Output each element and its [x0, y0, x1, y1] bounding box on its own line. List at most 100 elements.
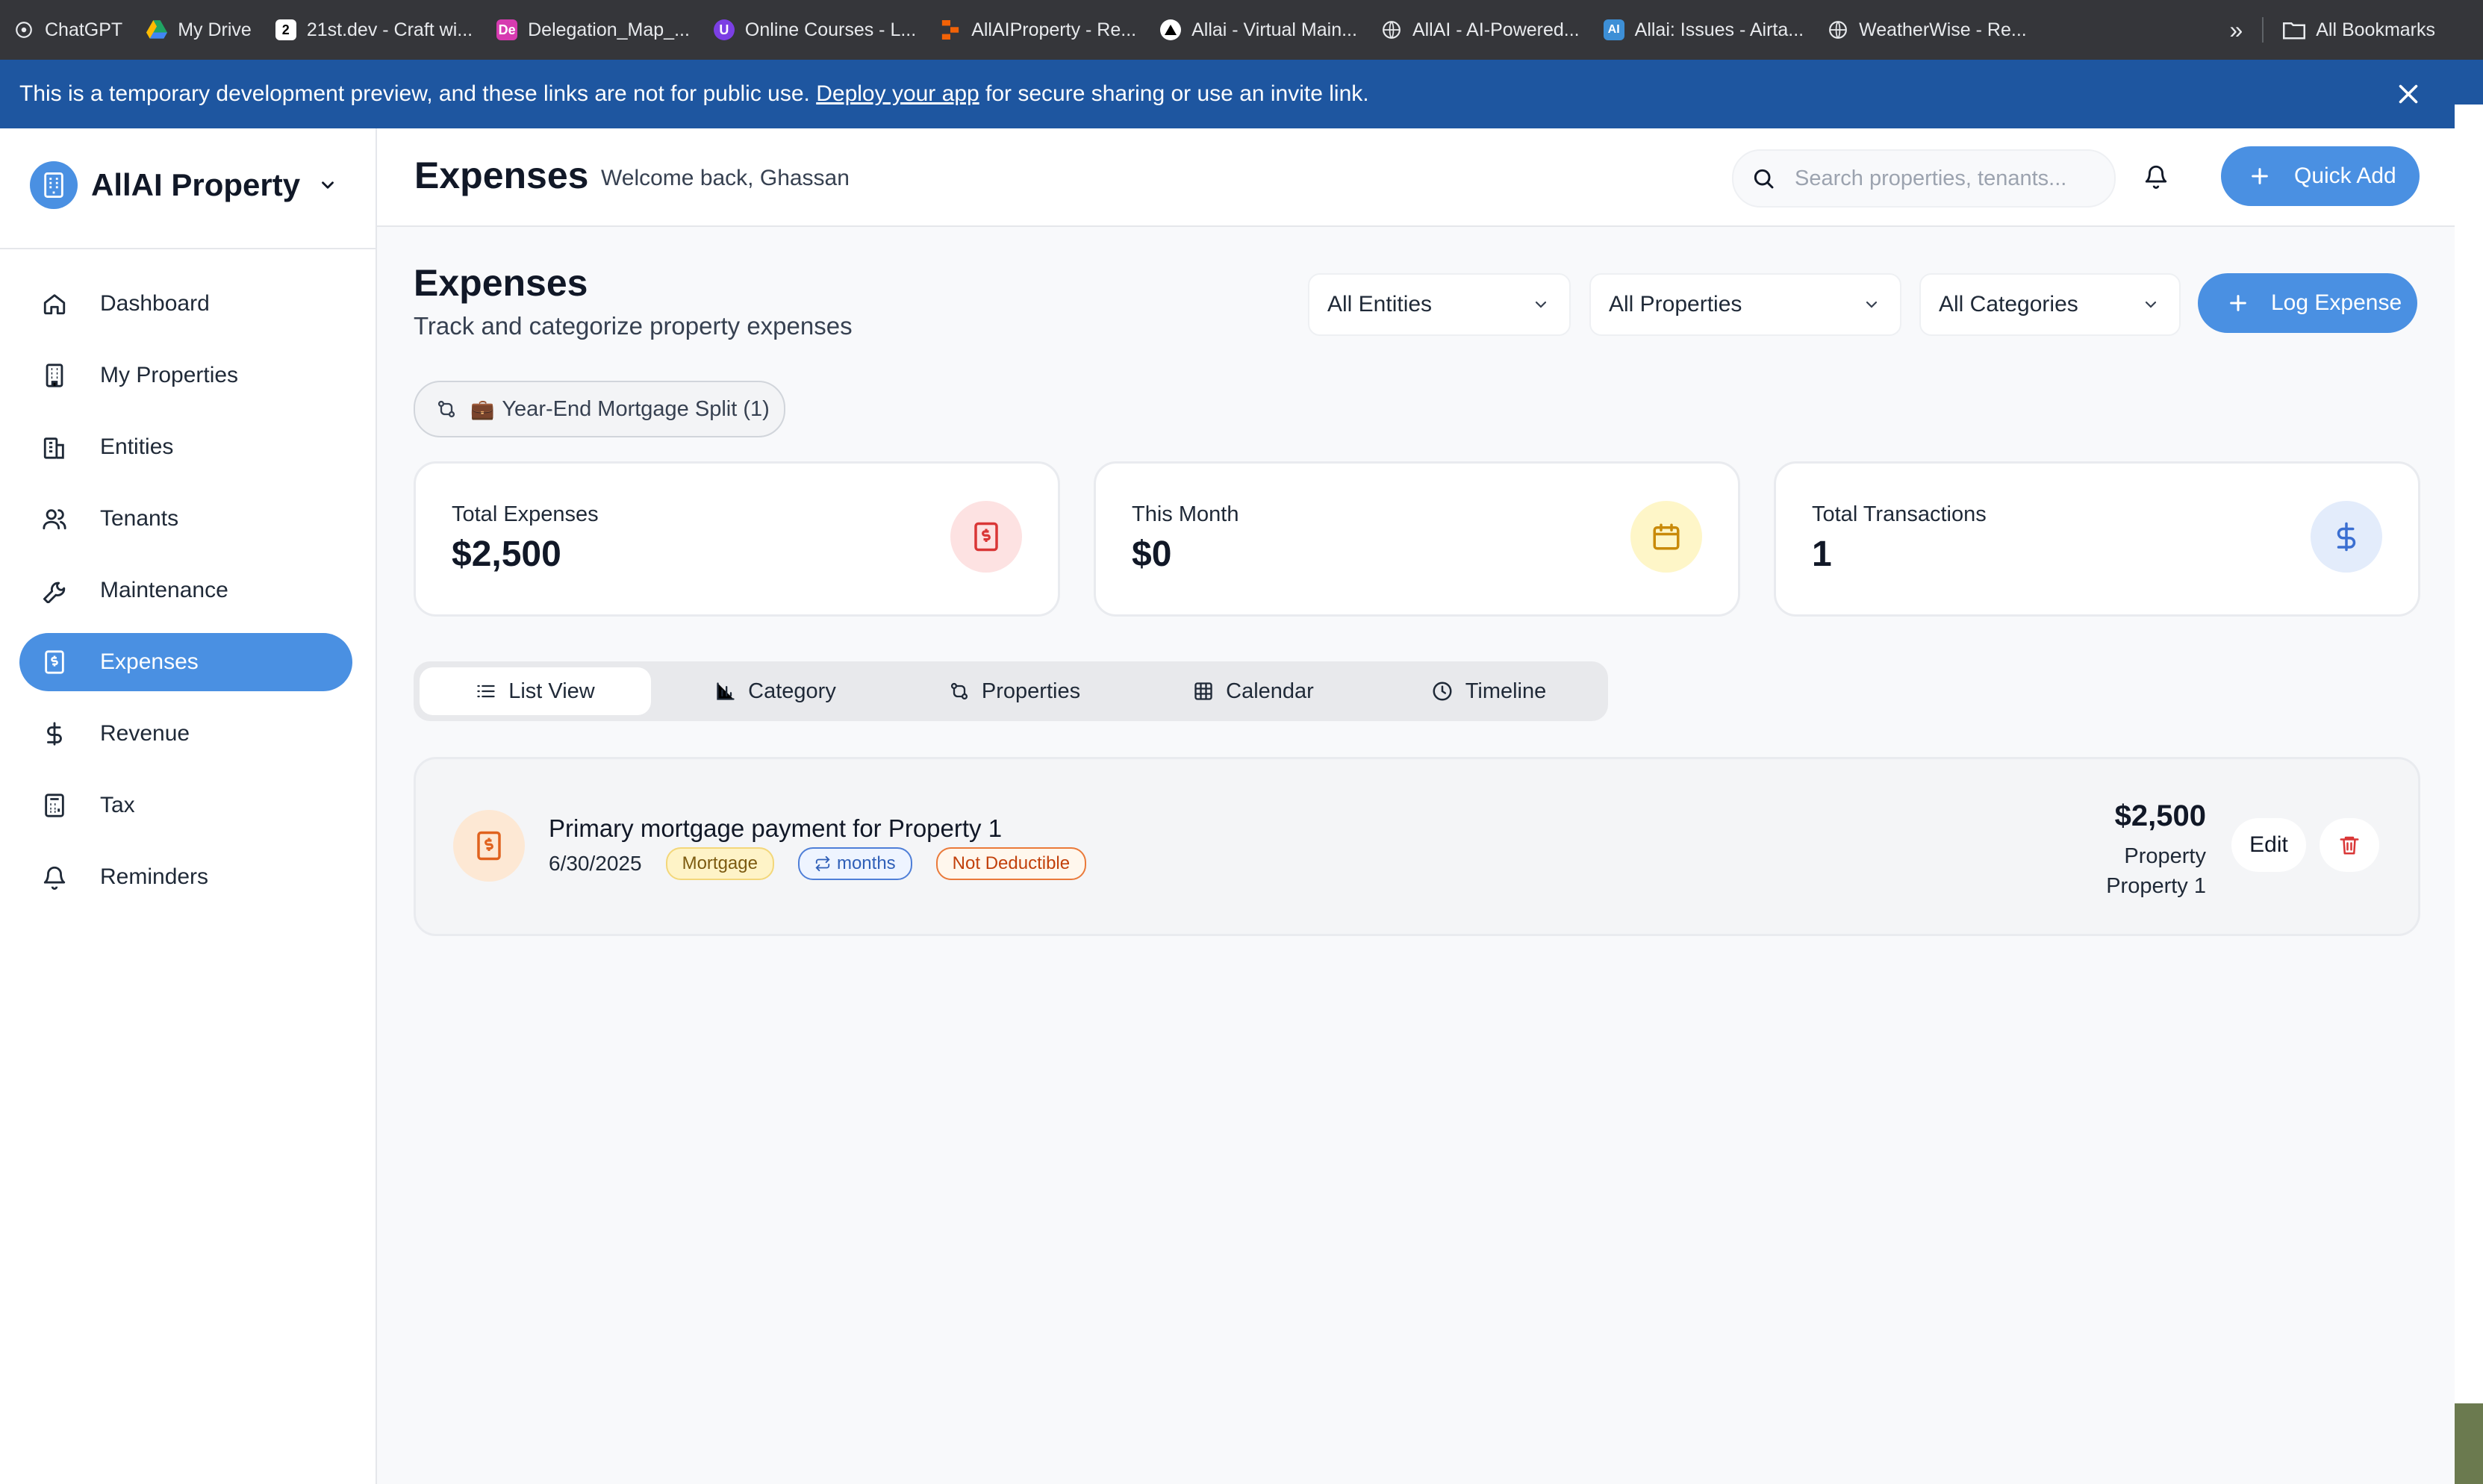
brand-switcher[interactable]: AllAI Property: [30, 161, 337, 209]
globe-icon: [1828, 19, 1848, 40]
sidebar-item-revenue[interactable]: Revenue: [19, 705, 352, 763]
expense-amount: $2,500: [2114, 799, 2206, 832]
log-expense-button[interactable]: Log Expense: [2198, 273, 2417, 333]
dollar-icon: [47, 722, 62, 746]
sidebar-item-tenants[interactable]: Tenants: [19, 490, 352, 548]
sidebar-nav: Dashboard My Properties Entities Tenants…: [19, 275, 352, 920]
stat-label: This Month: [1132, 502, 1239, 526]
sidebar-item-label: Tax: [100, 793, 135, 817]
bookmark-chatgpt[interactable]: ChatGPT: [13, 19, 122, 41]
search-icon: [1754, 169, 1774, 189]
folder-icon: [2283, 22, 2306, 40]
bookmark-allai-powered[interactable]: AllAI - AI-Powered...: [1381, 19, 1580, 41]
sidebar-item-label: Expenses: [100, 649, 199, 674]
receipt-icon: [950, 501, 1022, 573]
bookmark-label: AllAIProperty - Re...: [971, 19, 1137, 40]
stat-label: Total Transactions: [1812, 502, 1987, 526]
recurrence-label: months: [836, 853, 896, 873]
deploy-app-link[interactable]: Deploy your app: [816, 81, 979, 106]
bookmark-allaiproperty[interactable]: AllAIProperty - Re...: [940, 19, 1136, 41]
tab-category[interactable]: Category: [660, 667, 891, 715]
sidebar-item-tax[interactable]: Tax: [19, 776, 352, 835]
expense-list-item[interactable]: Primary mortgage payment for Property 1 …: [414, 757, 2420, 936]
entities-filter-value: All Entities: [1327, 292, 1433, 317]
receipt-icon: [453, 810, 525, 882]
bookmark-online-courses[interactable]: U Online Courses - L...: [713, 19, 916, 41]
bookmark-label: Allai - Virtual Main...: [1191, 19, 1357, 40]
triangle-icon: [1160, 19, 1182, 40]
edit-expense-button[interactable]: Edit: [2231, 818, 2306, 872]
calendar-icon: [1630, 501, 1702, 573]
bookmark-label: Delegation_Map_...: [528, 19, 690, 40]
bookmark-delegation-map[interactable]: De Delegation_Map_...: [496, 19, 690, 41]
grid-icon: [1194, 682, 1212, 700]
dollar-icon: [2311, 501, 2382, 573]
tab-label: Category: [748, 679, 836, 703]
sidebar-item-label: Maintenance: [100, 578, 228, 602]
sidebar-item-maintenance[interactable]: Maintenance: [19, 561, 352, 620]
plus-icon: [2230, 295, 2246, 311]
building-icon: [46, 364, 63, 387]
sidebar-item-label: Reminders: [100, 864, 209, 889]
entities-icon: [43, 437, 64, 459]
sidebar-item-reminders[interactable]: Reminders: [19, 848, 352, 906]
entities-filter-select[interactable]: All Entities: [1308, 273, 1571, 336]
close-icon[interactable]: [2395, 81, 2422, 107]
bookmarks-overflow-button[interactable]: »: [2229, 16, 2243, 44]
sidebar-item-dashboard[interactable]: Dashboard: [19, 275, 352, 333]
stat-value: $0: [1132, 534, 1172, 574]
bar-chart-icon: [717, 682, 735, 700]
banner-text-after: for secure sharing or use an invite link…: [979, 81, 1369, 106]
deductible-badge: Not Deductible: [935, 847, 1087, 880]
delete-expense-button[interactable]: [2320, 818, 2379, 872]
banner-text: This is a temporary development preview,…: [19, 81, 1369, 107]
tab-properties[interactable]: Properties: [899, 667, 1130, 715]
properties-filter-select[interactable]: All Properties: [1589, 273, 1901, 336]
header-title: Expenses: [414, 155, 589, 196]
sidebar-item-my-properties[interactable]: My Properties: [19, 346, 352, 405]
bookmark-21st-dev[interactable]: 2 21st.dev - Craft wi...: [275, 19, 473, 41]
stat-card-total-transactions: Total Transactions 1: [1774, 461, 2420, 617]
globe-icon: [1381, 19, 1402, 40]
tab-label: Calendar: [1226, 679, 1314, 703]
stat-value: $2,500: [452, 534, 561, 574]
bookmark-my-drive[interactable]: My Drive: [146, 19, 252, 41]
categories-filter-select[interactable]: All Categories: [1919, 273, 2181, 336]
all-bookmarks-button[interactable]: All Bookmarks: [2283, 19, 2435, 41]
bookmarks-bar: ChatGPT My Drive 2 21st.dev - Craft wi..…: [0, 0, 2455, 60]
adjacent-window-edge: [2455, 0, 2483, 1484]
quick-add-button[interactable]: Quick Add: [2221, 146, 2420, 206]
view-tabs: List View Category Properties Calendar T…: [414, 661, 1608, 721]
sidebar-item-expenses[interactable]: Expenses: [19, 633, 352, 691]
bookmark-weatherwise[interactable]: WeatherWise - Re...: [1828, 19, 2027, 41]
year-end-mortgage-split-chip[interactable]: 💼 Year-End Mortgage Split (1): [414, 381, 785, 437]
sidebar-item-label: My Properties: [100, 363, 239, 387]
tab-timeline[interactable]: Timeline: [1377, 667, 1601, 715]
stat-card-total-expenses: Total Expenses $2,500: [414, 461, 1060, 617]
recurrence-badge: months: [797, 847, 912, 880]
bookmark-label: My Drive: [178, 19, 252, 40]
sidebar-item-label: Entities: [100, 434, 174, 459]
search-box[interactable]: [1732, 149, 2116, 208]
bookmark-label: AllAI - AI-Powered...: [1412, 19, 1580, 40]
stat-label: Total Expenses: [452, 502, 599, 526]
bookmark-allai-virtual[interactable]: Allai - Virtual Main...: [1160, 19, 1357, 41]
sidebar-item-entities[interactable]: Entities: [19, 418, 352, 476]
git-compare-icon: [437, 400, 455, 418]
users-icon: [43, 509, 66, 530]
expense-meta: 6/30/2025 Mortgage months Not Deductible: [549, 847, 1087, 880]
stat-value: 1: [1812, 534, 1832, 574]
search-input[interactable]: [1793, 165, 2095, 192]
tab-calendar[interactable]: Calendar: [1138, 667, 1369, 715]
sidebar-item-label: Tenants: [100, 506, 179, 531]
home-icon: [43, 294, 66, 315]
tab-list-view[interactable]: List View: [420, 667, 651, 715]
bookmark-label: 21st.dev - Craft wi...: [306, 19, 473, 40]
bookmark-allai-issues[interactable]: AI Allai: Issues - Airta...: [1603, 19, 1804, 41]
chatgpt-icon: [13, 19, 34, 40]
calculator-icon: [45, 794, 64, 817]
trash-icon: [2340, 836, 2359, 855]
tab-label: List View: [508, 679, 595, 703]
ai-icon: AI: [1603, 19, 1624, 40]
notifications-bell-icon[interactable]: [2143, 163, 2169, 190]
